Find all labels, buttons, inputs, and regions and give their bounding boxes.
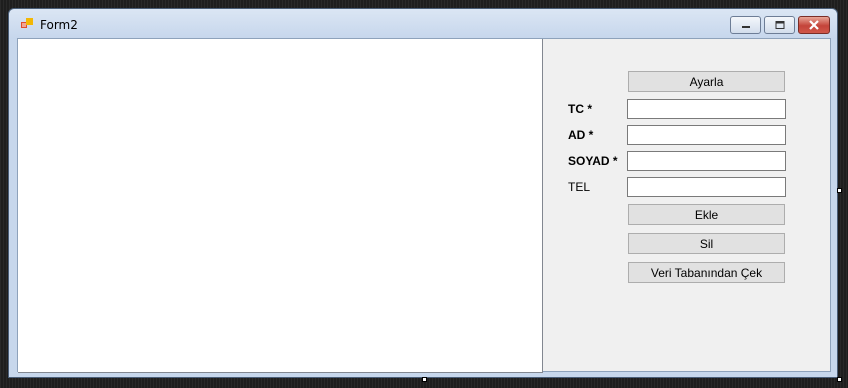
window-title: Form2: [40, 18, 78, 32]
minimize-icon: [741, 26, 750, 28]
close-button[interactable]: [798, 16, 830, 34]
sil-button[interactable]: Sil: [628, 233, 785, 254]
resize-handle-bottom[interactable]: [422, 377, 427, 382]
resize-handle-corner[interactable]: [837, 377, 842, 382]
form-app-icon: [21, 18, 33, 28]
maximize-icon: [775, 21, 784, 29]
ekle-button[interactable]: Ekle: [628, 204, 785, 225]
form-window: Form2 Ayarla TC * AD * SOYAD * TEL Ekle …: [8, 8, 838, 378]
tel-label: TEL: [568, 180, 591, 194]
resize-handle-right[interactable]: [837, 188, 842, 193]
form-client-area: Ayarla TC * AD * SOYAD * TEL Ekle Sil Ve…: [17, 38, 831, 373]
veri-tabanindan-cek-button[interactable]: Veri Tabanından Çek: [628, 262, 785, 283]
soyad-field[interactable]: [627, 151, 786, 171]
minimize-button[interactable]: [730, 16, 761, 34]
tc-field[interactable]: [627, 99, 786, 119]
tel-field[interactable]: [627, 177, 786, 197]
records-listbox[interactable]: [18, 39, 543, 373]
ayarla-button[interactable]: Ayarla: [628, 71, 785, 92]
soyad-label: SOYAD *: [568, 154, 618, 168]
ad-label: AD *: [568, 128, 594, 142]
ad-field[interactable]: [627, 125, 786, 145]
maximize-button[interactable]: [764, 16, 795, 34]
close-icon: [809, 20, 819, 30]
title-bar[interactable]: Form2: [9, 9, 837, 39]
tc-label: TC *: [568, 102, 592, 116]
